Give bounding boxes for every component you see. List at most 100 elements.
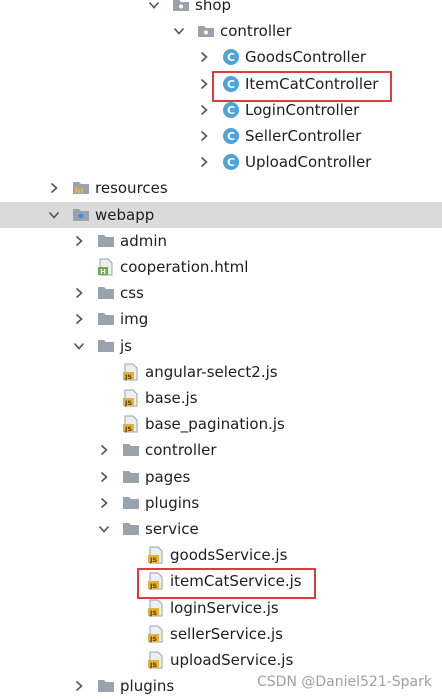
tree-item-label: sellerService.js	[170, 624, 283, 643]
tree-row[interactable]: admin	[0, 228, 442, 254]
tree-item-label: base.js	[145, 389, 198, 407]
highlight-box	[137, 568, 316, 600]
tree-row[interactable]: controller	[0, 437, 442, 463]
webapp-folder-icon	[72, 206, 90, 224]
svg-text:C: C	[227, 104, 235, 117]
js-file-icon: JS	[147, 599, 165, 617]
tree-item-label: LoginController	[245, 100, 360, 119]
js-file-icon: JS	[147, 546, 165, 564]
tree-row[interactable]: img	[0, 306, 442, 332]
tree-row[interactable]: webapp	[0, 201, 442, 228]
svg-text:JS: JS	[149, 635, 157, 643]
chevron-right-icon[interactable]	[198, 78, 210, 90]
chevron-down-icon[interactable]	[173, 25, 185, 37]
folder-icon	[122, 494, 140, 512]
svg-text:JS: JS	[124, 399, 132, 407]
chevron-right-icon[interactable]	[73, 235, 85, 247]
chevron-right-icon[interactable]	[73, 287, 85, 299]
class-icon: C	[222, 101, 240, 119]
folder-icon	[97, 284, 115, 302]
tree-item-label: plugins	[145, 493, 200, 512]
tree-row[interactable]: plugins	[0, 490, 442, 516]
js-file-icon: JS	[122, 363, 140, 381]
tree-item-label: uploadService.js	[170, 651, 294, 669]
tree-item-label: pages	[145, 467, 191, 486]
chevron-right-icon[interactable]	[198, 104, 210, 116]
chevron-down-icon[interactable]	[98, 523, 110, 535]
package-folder-icon	[172, 0, 190, 14]
tree-item-label: admin	[120, 231, 167, 250]
tree-item-label: shop	[195, 0, 232, 14]
tree-item-label: GoodsController	[245, 48, 367, 67]
tree-item-label: controller	[145, 441, 217, 460]
tree-row[interactable]: JS uploadService.js	[0, 647, 442, 673]
tree-row[interactable]: C GoodsController	[0, 44, 442, 70]
tree-item-label: goodsService.js	[170, 546, 288, 565]
chevron-right-icon[interactable]	[48, 182, 60, 194]
tree-row[interactable]: css	[0, 280, 442, 306]
watermark: CSDN @Daniel521-Spark	[257, 674, 432, 690]
tree-item-label: cooperation.html	[120, 258, 249, 276]
svg-text:H: H	[100, 268, 106, 276]
tree-row[interactable]: JS base.js	[0, 385, 442, 411]
folder-icon	[122, 520, 140, 538]
folder-icon	[97, 677, 115, 695]
folder-icon	[97, 232, 115, 250]
chevron-right-icon[interactable]	[98, 444, 110, 456]
tree-item-label: resources	[95, 179, 168, 198]
tree-row[interactable]: JS base_pagination.js	[0, 411, 442, 437]
tree-row[interactable]: C UploadController	[0, 149, 442, 175]
tree-row[interactable]: C SellerController	[0, 123, 442, 149]
chevron-right-icon[interactable]	[98, 471, 110, 483]
tree-row[interactable]: service	[0, 516, 442, 542]
tree-item-label: plugins	[120, 677, 175, 696]
chevron-right-icon[interactable]	[198, 51, 210, 63]
class-icon: C	[222, 127, 240, 145]
chevron-down-icon[interactable]	[48, 209, 60, 221]
chevron-right-icon[interactable]	[73, 680, 85, 692]
tree-item-label: angular-select2.js	[145, 362, 278, 381]
tree-row[interactable]: JS angular-select2.js	[0, 359, 442, 385]
folder-icon	[97, 310, 115, 328]
resources-folder-icon	[72, 179, 90, 197]
tree-row[interactable]: JS goodsService.js	[0, 542, 442, 568]
tree-item-label: base_pagination.js	[145, 415, 285, 434]
svg-text:C: C	[227, 156, 235, 169]
tree-row[interactable]: Hcooperation.html	[0, 254, 442, 280]
tree-item-label: UploadController	[245, 153, 372, 172]
svg-text:JS: JS	[149, 661, 157, 669]
tree-item-label: service	[145, 520, 199, 538]
tree-item-label: webapp	[95, 205, 155, 224]
chevron-right-icon[interactable]	[198, 156, 210, 168]
tree-row[interactable]: JS sellerService.js	[0, 621, 442, 647]
svg-text:C: C	[227, 130, 235, 143]
project-tree: shop controller C GoodsController C ItemCatCo…	[0, 0, 442, 697]
folder-icon	[97, 337, 115, 355]
tree-item-label: controller	[220, 22, 292, 41]
package-folder-icon	[197, 22, 215, 40]
tree-item-label: img	[120, 310, 149, 329]
svg-text:C: C	[227, 51, 235, 64]
html-file-icon: H	[97, 258, 115, 276]
js-file-icon: JS	[122, 415, 140, 433]
class-icon: C	[222, 153, 240, 171]
tree-row[interactable]: js	[0, 333, 442, 359]
chevron-right-icon[interactable]	[98, 497, 110, 509]
chevron-down-icon[interactable]	[73, 340, 85, 352]
tree-row[interactable]: pages	[0, 464, 442, 490]
tree-item-label: js	[120, 336, 132, 355]
tree-row[interactable]: shop	[0, 0, 442, 18]
svg-text:JS: JS	[124, 425, 132, 433]
tree-item-label: SellerController	[245, 127, 362, 145]
chevron-right-icon[interactable]	[198, 130, 210, 142]
chevron-right-icon[interactable]	[73, 313, 85, 325]
chevron-down-icon[interactable]	[148, 0, 160, 11]
svg-text:JS: JS	[124, 373, 132, 381]
tree-row[interactable]: controller	[0, 18, 442, 44]
tree-row[interactable]: resources	[0, 175, 442, 201]
svg-text:JS: JS	[149, 556, 157, 564]
tree-item-label: loginService.js	[170, 598, 279, 617]
js-file-icon: JS	[122, 389, 140, 407]
folder-icon	[122, 468, 140, 486]
folder-icon	[122, 441, 140, 459]
